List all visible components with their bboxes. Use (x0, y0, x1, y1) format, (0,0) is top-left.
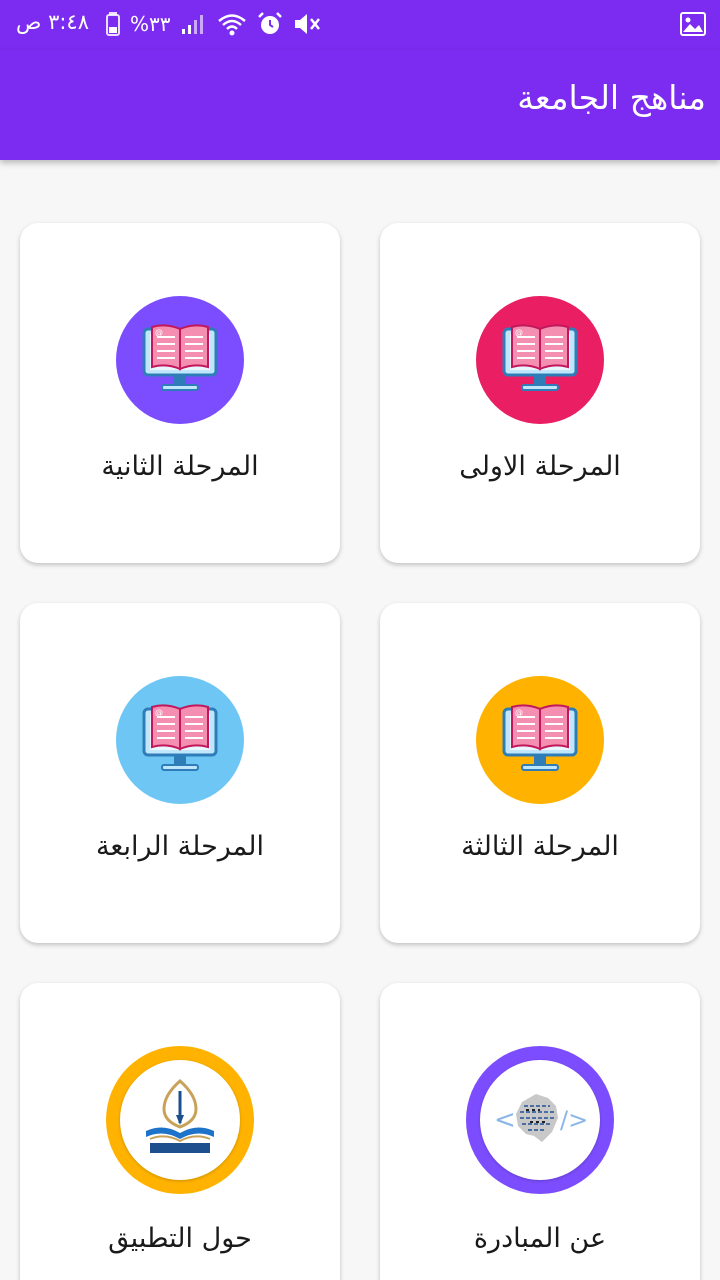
card-label: المرحلة الرابعة (95, 831, 265, 862)
status-icons: %٣٣ (106, 10, 323, 38)
card-stage-1[interactable]: @ المرحلة الاولى (380, 223, 700, 563)
book-monitor-icon: @ (116, 676, 244, 804)
alarm-icon (257, 11, 283, 37)
card-about-app[interactable]: حول التطبيق (20, 983, 340, 1280)
card-stage-3[interactable]: @ المرحلة الثالثة (380, 603, 700, 943)
card-label: المرحلة الثالثة (461, 831, 619, 862)
status-time: ٣:٤٨ ص (16, 10, 89, 34)
book-monitor-icon: @ (476, 676, 604, 804)
signal-icon (181, 11, 207, 37)
svg-text:@: @ (515, 328, 523, 337)
wifi-icon (217, 11, 247, 37)
gallery-icon (680, 12, 706, 40)
college-logo (106, 1046, 254, 1194)
mute-icon (293, 11, 323, 37)
iraq-map-code-icon: < /> (480, 1060, 600, 1180)
card-label: المرحلة الثانية (101, 451, 259, 482)
battery-icon (106, 11, 120, 37)
status-bar: ٣:٤٨ ص %٣٣ (0, 0, 720, 50)
app-title: مناهج الجامعة (517, 78, 706, 117)
battery-percent: %٣٣ (130, 12, 171, 36)
svg-text:@: @ (515, 708, 523, 717)
card-about-initiative[interactable]: < /> عن المبادرة (380, 983, 700, 1280)
college-logo-icon (120, 1060, 240, 1180)
card-label: حول التطبيق (108, 1223, 252, 1254)
card-stage-2[interactable]: @ المرحلة الثانية (20, 223, 340, 563)
card-label: المرحلة الاولى (459, 451, 621, 482)
card-label: عن المبادرة (473, 1223, 607, 1254)
svg-text:@: @ (155, 708, 163, 717)
book-monitor-icon: @ (476, 296, 604, 424)
card-stage-4[interactable]: @ المرحلة الرابعة (20, 603, 340, 943)
book-monitor-icon: @ (116, 296, 244, 424)
svg-text:@: @ (155, 328, 163, 337)
svg-text:<: < (494, 1105, 516, 1135)
svg-text:/>: /> (560, 1106, 588, 1134)
initiative-logo: < /> (466, 1046, 614, 1194)
app-bar: مناهج الجامعة (0, 50, 720, 160)
